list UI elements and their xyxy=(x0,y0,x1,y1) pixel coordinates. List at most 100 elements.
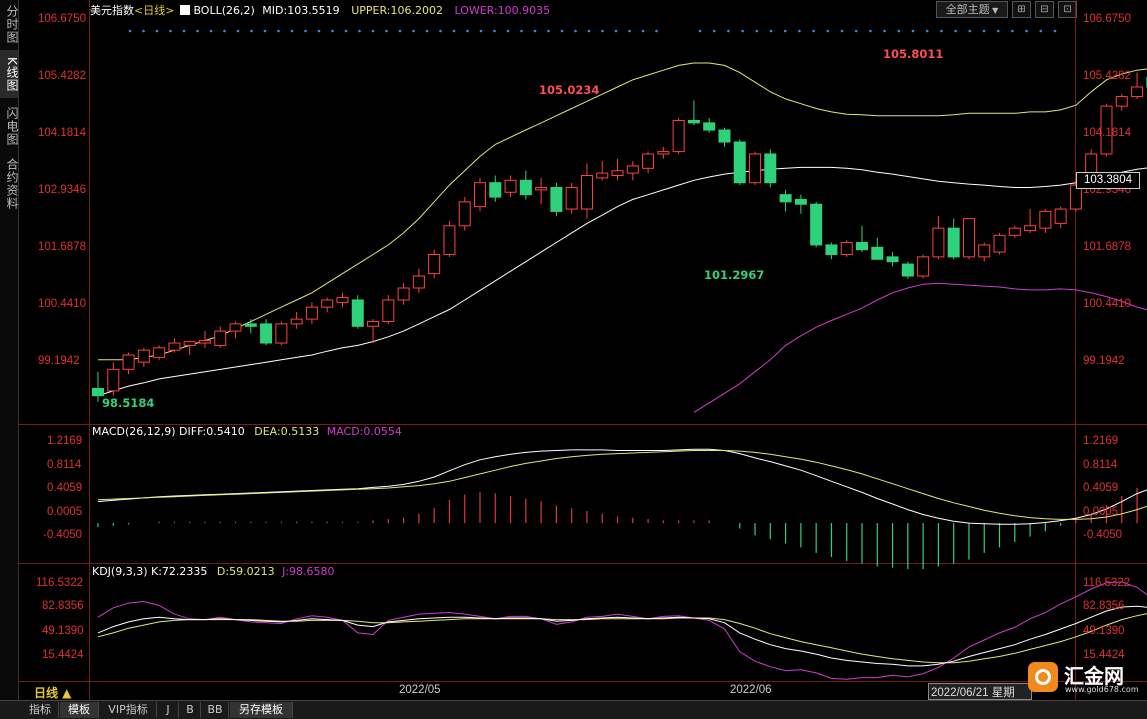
kdj-title: KDJ(9,3,3) K:72.2335 D:59.0213 J:98.6580 xyxy=(92,565,335,578)
y-label-left-3: 102.9346 xyxy=(38,184,86,196)
candle xyxy=(887,252,898,266)
candle xyxy=(475,178,486,212)
kdj-y-left-1: 82.8356 xyxy=(42,600,84,612)
candle xyxy=(902,262,913,279)
candle-body xyxy=(795,199,806,204)
candle xyxy=(490,176,501,202)
macd-diff-line xyxy=(98,449,1147,524)
candle xyxy=(719,128,730,147)
candle-body xyxy=(352,300,363,326)
candle xyxy=(398,283,409,305)
candle-body xyxy=(581,176,592,210)
tab-b[interactable]: B xyxy=(180,702,201,718)
indicator-dot xyxy=(156,30,159,33)
candle-body xyxy=(505,180,516,192)
candle-body xyxy=(1009,228,1020,235)
candle xyxy=(306,302,317,324)
y-label-left-1: 105.4282 xyxy=(38,70,86,82)
indicator-dot xyxy=(385,30,388,33)
watermark-url: www.gold678.com xyxy=(1065,685,1139,694)
candle-body xyxy=(1055,209,1066,223)
indicator-dot xyxy=(642,30,645,33)
macd-y-left-1: 0.8114 xyxy=(47,459,81,471)
candle-body xyxy=(490,183,501,197)
x-label-may: 2022/05 xyxy=(399,684,441,696)
y-label-right-5: 100.4410 xyxy=(1083,298,1131,310)
indicator-dot xyxy=(601,30,604,33)
macd-dea-value: DEA:0.5133 xyxy=(254,425,319,438)
candle xyxy=(841,240,852,257)
candle-body xyxy=(245,324,256,326)
tab-j[interactable]: J xyxy=(158,702,179,718)
candle xyxy=(994,233,1005,255)
indicator-dot xyxy=(264,30,267,33)
boll-lines xyxy=(98,27,1147,412)
indicator-dot xyxy=(727,30,730,33)
indicator-dot xyxy=(1011,30,1014,33)
candlesticks xyxy=(93,63,1147,402)
kdj-y-left-2: 49.1390 xyxy=(42,625,84,637)
candle xyxy=(933,216,944,259)
candle xyxy=(291,312,302,329)
indicator-dot xyxy=(770,30,773,33)
candle-body xyxy=(688,120,699,122)
y-label-right-1: 105.4282 xyxy=(1083,70,1131,82)
candle-body xyxy=(963,219,974,257)
candle xyxy=(826,243,837,260)
tab-template[interactable]: 模板 xyxy=(60,702,99,718)
candle-body xyxy=(398,288,409,300)
candle-body xyxy=(933,228,944,257)
candle xyxy=(811,202,822,247)
macd-y-right-3: 0.0005 xyxy=(1083,506,1118,518)
candle xyxy=(1040,209,1051,233)
candle-body xyxy=(841,243,852,255)
candle-body xyxy=(918,257,929,276)
candle-body xyxy=(138,350,149,362)
candle xyxy=(352,295,363,329)
candle xyxy=(612,159,623,181)
candle-body xyxy=(734,142,745,183)
indicator-dot xyxy=(855,30,858,33)
candle xyxy=(979,243,990,262)
candle-body xyxy=(994,235,1005,252)
indicator-dot xyxy=(358,30,361,33)
y-label-right-0: 106.6750 xyxy=(1083,13,1131,25)
candle xyxy=(551,183,562,217)
candle xyxy=(138,348,149,367)
tab-bb[interactable]: BB xyxy=(202,702,229,718)
tab-vip-indicators[interactable]: VIP指标 xyxy=(100,702,157,718)
indicator-dot xyxy=(869,30,872,33)
indicator-dot xyxy=(250,30,253,33)
candle-body xyxy=(169,343,180,350)
chart-area[interactable] xyxy=(0,0,1147,700)
candle-body xyxy=(612,171,623,176)
tab-save-template[interactable]: 另存模板 xyxy=(230,702,293,718)
indicator-dot xyxy=(277,30,280,33)
indicator-dot xyxy=(237,30,240,33)
candle-body xyxy=(704,123,715,130)
candle xyxy=(1116,94,1127,111)
candle-body xyxy=(872,247,883,259)
candle-body xyxy=(368,321,379,326)
macd-y-right-1: 0.8114 xyxy=(1083,459,1117,471)
candle-body xyxy=(902,264,913,276)
indicator-dot xyxy=(183,30,186,33)
candle-body xyxy=(276,324,287,343)
candle xyxy=(536,178,547,204)
candle xyxy=(918,254,929,278)
period-button[interactable]: 日线 ▲ xyxy=(34,684,71,701)
indicator-dot xyxy=(399,30,402,33)
tab-indicators[interactable]: 指标 xyxy=(22,702,59,718)
macd-y-right-0: 1.2169 xyxy=(1083,435,1118,447)
candle xyxy=(108,362,119,396)
boll-lower-line xyxy=(694,283,1147,412)
candle-body xyxy=(719,130,730,142)
annotation-low: 101.2967 xyxy=(704,268,764,282)
candle-body xyxy=(1132,87,1143,97)
candle xyxy=(734,140,745,185)
indicator-dot xyxy=(331,30,334,33)
indicator-dot xyxy=(196,30,199,33)
candle-body xyxy=(765,154,776,183)
candle-body xyxy=(1040,211,1051,228)
candle xyxy=(673,118,684,154)
